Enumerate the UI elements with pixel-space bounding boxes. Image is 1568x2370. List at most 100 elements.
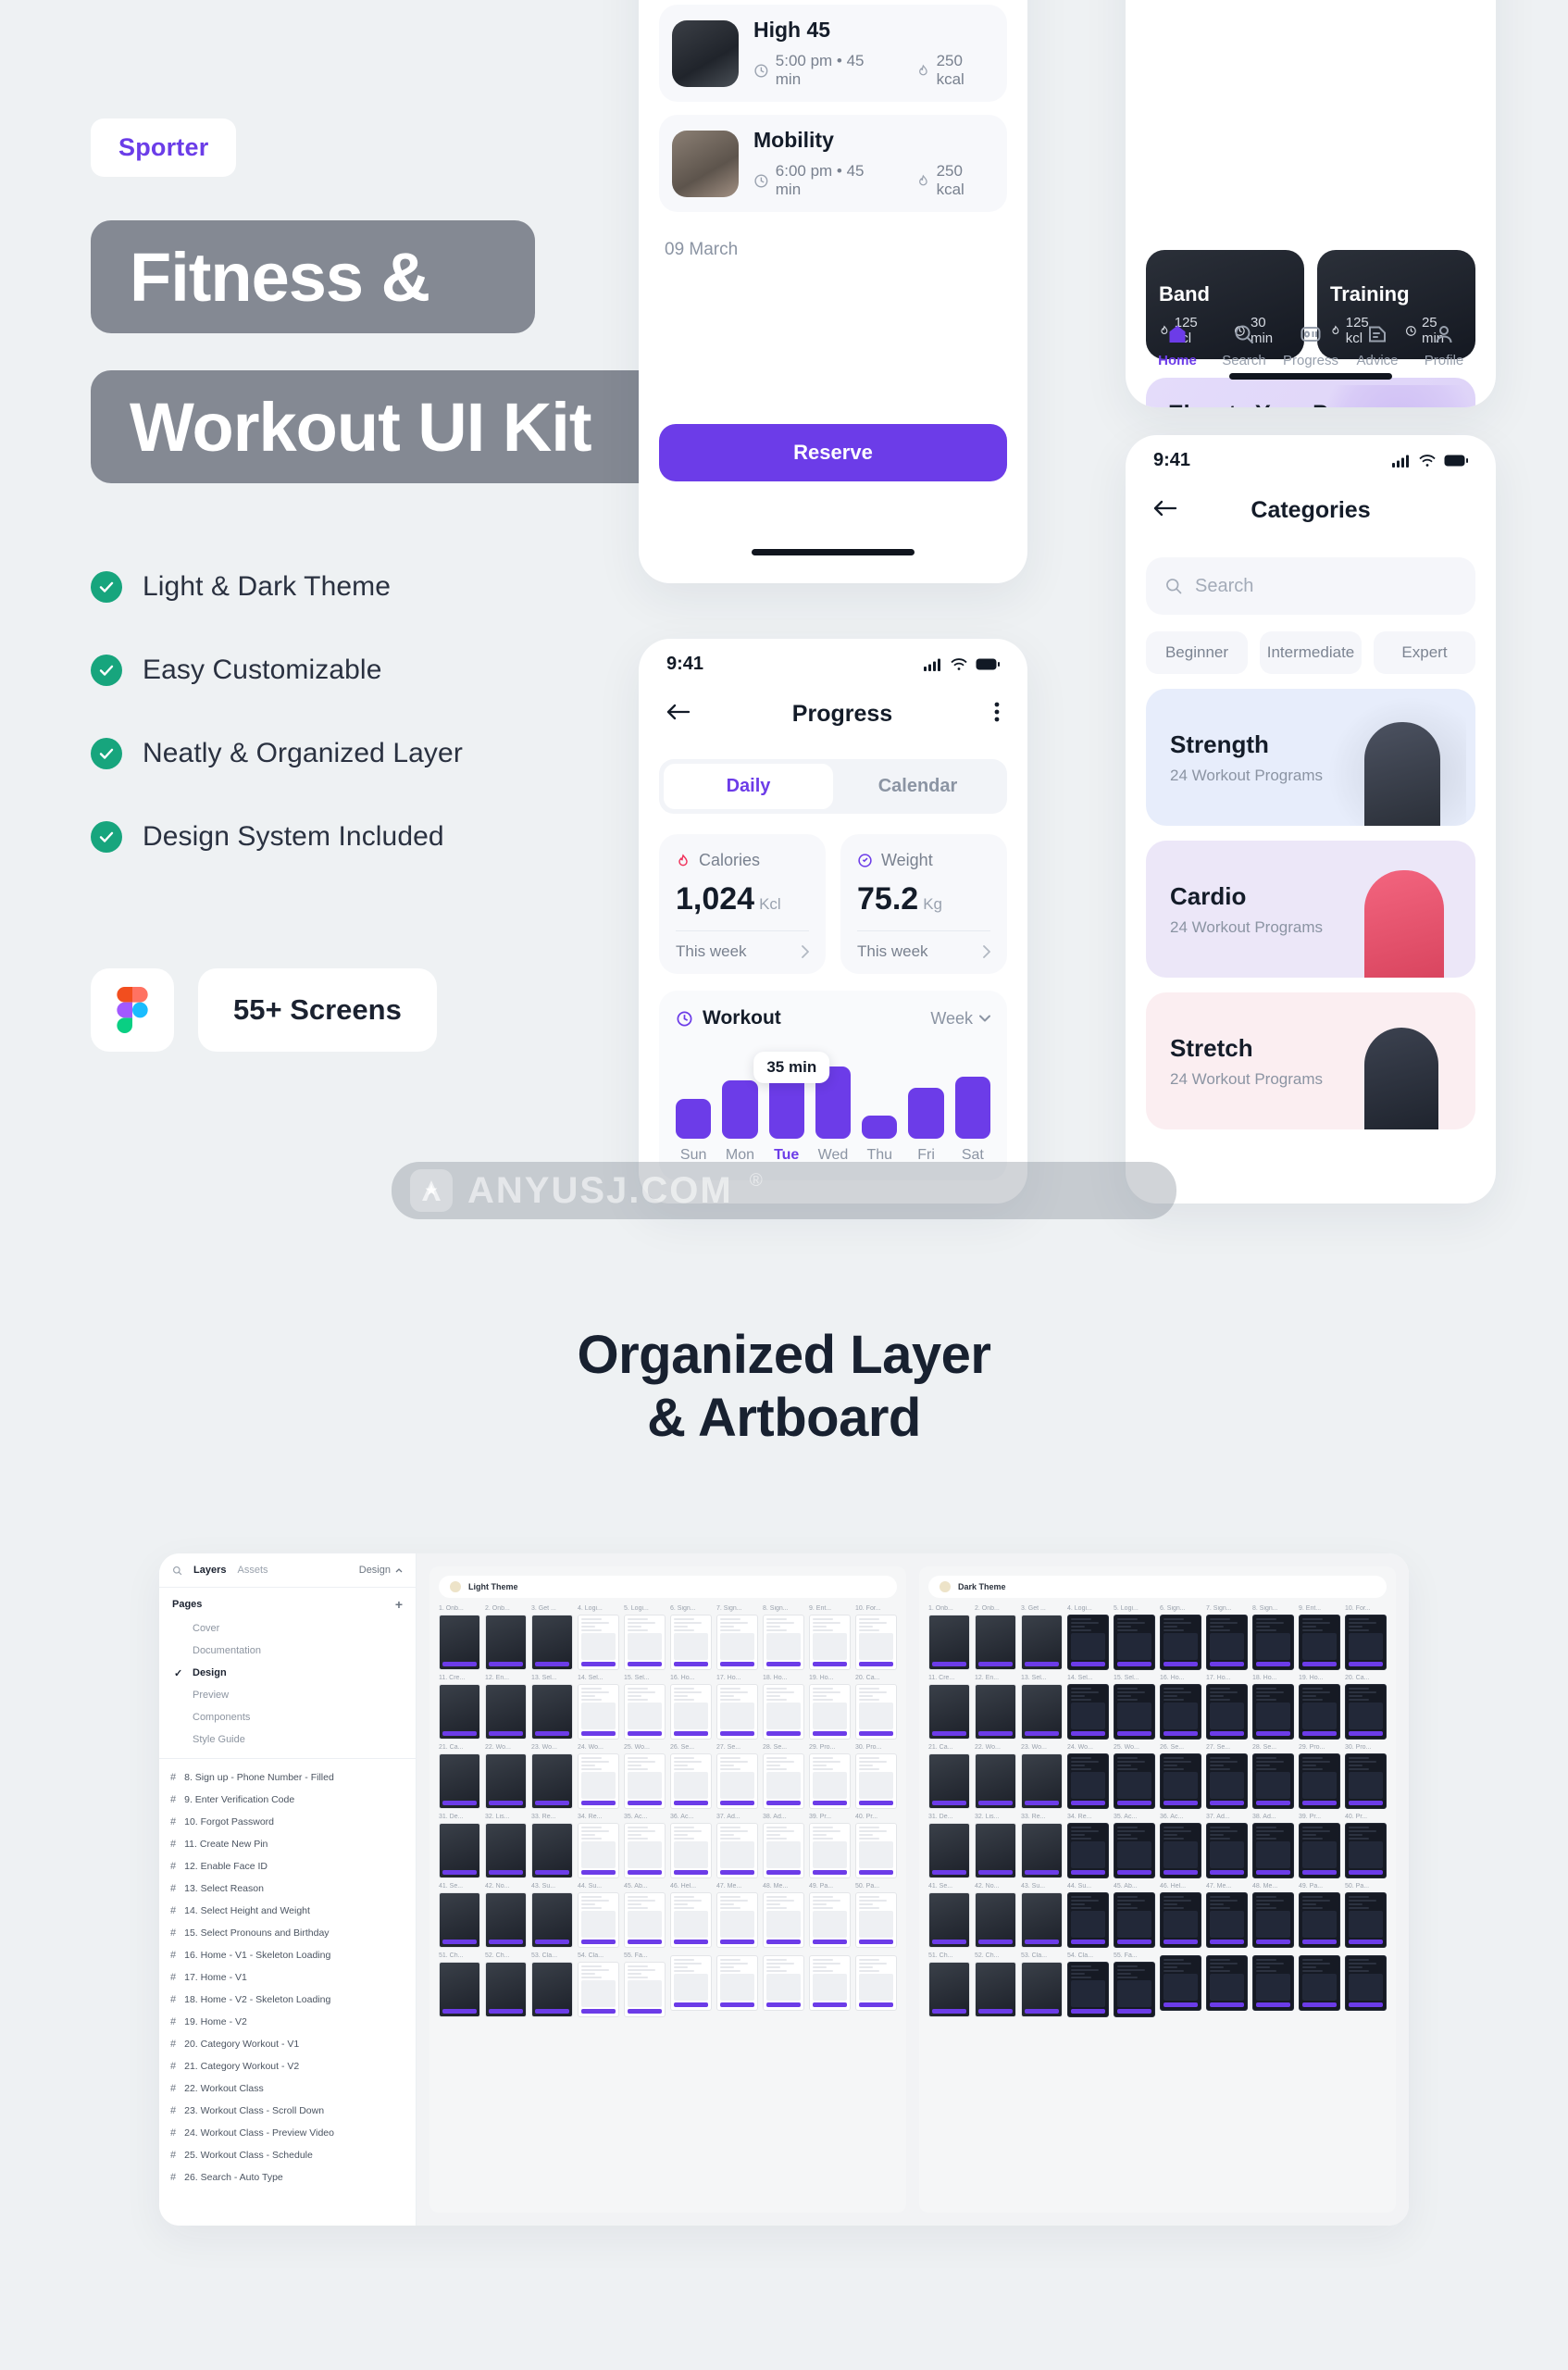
- layer-item[interactable]: #26. Search - Auto Type: [159, 2166, 416, 2189]
- chart-bar[interactable]: [676, 1098, 712, 1139]
- artboard-thumbnail[interactable]: 10. For...: [1345, 1605, 1387, 1670]
- artboard-thumbnail[interactable]: 55. Fa...: [1114, 1952, 1155, 2017]
- artboard-thumbnail[interactable]: 48. Me...: [1252, 1883, 1294, 1948]
- page-item-components[interactable]: Components: [159, 1706, 416, 1728]
- artboard-thumbnail[interactable]: 39. Pr...: [809, 1814, 851, 1878]
- category-card-stretch[interactable]: Stretch 24 Workout Programs: [1146, 992, 1475, 1129]
- artboard-thumbnail[interactable]: 51. Ch...: [928, 1952, 970, 2017]
- artboard-thumbnail[interactable]: 29. Pro...: [1299, 1744, 1340, 1809]
- chip-intermediate[interactable]: Intermediate: [1260, 631, 1362, 674]
- artboard-thumbnail[interactable]: [716, 1952, 758, 2017]
- design-menu[interactable]: Design: [359, 1565, 403, 1576]
- artboard-thumbnail[interactable]: 41. Se...: [928, 1883, 970, 1948]
- stat-footer[interactable]: This week: [676, 930, 809, 961]
- figma-canvas[interactable]: Light Theme 1. Onb... 2. Onb... 3. Get ...…: [417, 1553, 1409, 2226]
- page-item-preview[interactable]: Preview: [159, 1684, 416, 1706]
- chip-expert[interactable]: Expert: [1374, 631, 1475, 674]
- artboard-thumbnail[interactable]: 54. Cla...: [578, 1952, 619, 2017]
- search-input[interactable]: Search: [1146, 557, 1475, 615]
- layer-item[interactable]: #19. Home - V2: [159, 2011, 416, 2033]
- artboard-thumbnail[interactable]: 48. Me...: [763, 1883, 804, 1948]
- stat-footer[interactable]: This week: [857, 930, 990, 961]
- artboard-thumbnail[interactable]: 21. Ca...: [928, 1744, 970, 1809]
- artboard-thumbnail[interactable]: 36. Ac...: [670, 1814, 712, 1878]
- back-button[interactable]: [666, 703, 691, 726]
- chart-bar[interactable]: [722, 1080, 758, 1139]
- artboard-thumbnail[interactable]: 32. Lis...: [485, 1814, 527, 1878]
- artboard-thumbnail[interactable]: 35. Ac...: [1114, 1814, 1155, 1878]
- stat-card-weight[interactable]: Weight 75.2 Kg This week: [840, 834, 1007, 974]
- back-button[interactable]: [1153, 499, 1177, 522]
- artboard-thumbnail[interactable]: 30. Pro...: [855, 1744, 897, 1809]
- artboard-thumbnail[interactable]: 18. Ho...: [763, 1675, 804, 1740]
- layer-item[interactable]: #13. Select Reason: [159, 1877, 416, 1900]
- tab-assets[interactable]: Assets: [237, 1565, 268, 1576]
- category-card-cardio[interactable]: Cardio 24 Workout Programs: [1146, 841, 1475, 978]
- artboard-thumbnail[interactable]: 15. Sel...: [1114, 1675, 1155, 1740]
- artboard-thumbnail[interactable]: [855, 1952, 897, 2017]
- artboard-thumbnail[interactable]: 10. For...: [855, 1605, 897, 1670]
- artboard-thumbnail[interactable]: 24. Wo...: [1067, 1744, 1109, 1809]
- artboard-thumbnail[interactable]: 38. Ad...: [1252, 1814, 1294, 1878]
- artboard-thumbnail[interactable]: 18. Ho...: [1252, 1675, 1294, 1740]
- artboard-thumbnail[interactable]: 38. Ad...: [763, 1814, 804, 1878]
- artboard-thumbnail[interactable]: [763, 1952, 804, 2017]
- artboard-thumbnail[interactable]: [1160, 1952, 1201, 2017]
- tab-progress[interactable]: Progress: [1277, 323, 1344, 368]
- artboard-thumbnail[interactable]: 13. Sel...: [1021, 1675, 1063, 1740]
- artboard-thumbnail[interactable]: [1252, 1952, 1294, 2017]
- artboard-thumbnail[interactable]: 15. Sel...: [624, 1675, 666, 1740]
- artboard-thumbnail[interactable]: 14. Sel...: [578, 1675, 619, 1740]
- artboard-thumbnail[interactable]: 26. Se...: [1160, 1744, 1201, 1809]
- artboard-thumbnail[interactable]: 45. Ab...: [624, 1883, 666, 1948]
- artboard-thumbnail[interactable]: [670, 1952, 712, 2017]
- artboard-thumbnail[interactable]: 23. Wo...: [531, 1744, 573, 1809]
- artboard-thumbnail[interactable]: 29. Pro...: [809, 1744, 851, 1809]
- reserve-button[interactable]: Reserve: [659, 424, 1007, 481]
- artboard-thumbnail[interactable]: 25. Wo...: [624, 1744, 666, 1809]
- artboard-thumbnail[interactable]: 14. Sel...: [1067, 1675, 1109, 1740]
- tab-advice[interactable]: Advice: [1344, 323, 1411, 368]
- artboard-thumbnail[interactable]: 27. Se...: [1206, 1744, 1248, 1809]
- artboard-thumbnail[interactable]: 52. Ch...: [975, 1952, 1016, 2017]
- artboard-thumbnail[interactable]: 9. Ent...: [1299, 1605, 1340, 1670]
- artboard-thumbnail[interactable]: 37. Ad...: [1206, 1814, 1248, 1878]
- page-item-design[interactable]: Design: [159, 1662, 416, 1684]
- artboard-thumbnail[interactable]: 30. Pro...: [1345, 1744, 1387, 1809]
- artboard-thumbnail[interactable]: 3. Get ...: [1021, 1605, 1063, 1670]
- page-item-style-guide[interactable]: Style Guide: [159, 1728, 416, 1751]
- artboard-thumbnail[interactable]: 16. Ho...: [670, 1675, 712, 1740]
- artboard-thumbnail[interactable]: [1345, 1952, 1387, 2017]
- artboard-thumbnail[interactable]: 20. Ca...: [855, 1675, 897, 1740]
- artboard-thumbnail[interactable]: 34. Re...: [578, 1814, 619, 1878]
- chip-beginner[interactable]: Beginner: [1146, 631, 1248, 674]
- artboard-thumbnail[interactable]: 44. Su...: [578, 1883, 619, 1948]
- artboard-thumbnail[interactable]: 12. En...: [975, 1675, 1016, 1740]
- artboard-thumbnail[interactable]: [1206, 1952, 1248, 2017]
- chart-range-selector[interactable]: Week: [930, 1009, 990, 1029]
- artboard-thumbnail[interactable]: 7. Sign...: [1206, 1605, 1248, 1670]
- artboard-thumbnail[interactable]: 28. Se...: [763, 1744, 804, 1809]
- artboard-thumbnail[interactable]: 19. Ho...: [809, 1675, 851, 1740]
- artboard-thumbnail[interactable]: 6. Sign...: [1160, 1605, 1201, 1670]
- layer-item[interactable]: #16. Home - V1 - Skeleton Loading: [159, 1944, 416, 1966]
- artboard-thumbnail[interactable]: 1. Onb...: [439, 1605, 480, 1670]
- layer-item[interactable]: #10. Forgot Password: [159, 1811, 416, 1833]
- layer-item[interactable]: #18. Home - V2 - Skeleton Loading: [159, 1989, 416, 2011]
- tab-search[interactable]: Search: [1211, 323, 1277, 368]
- artboard-thumbnail[interactable]: 16. Ho...: [1160, 1675, 1201, 1740]
- layer-item[interactable]: #22. Workout Class: [159, 2077, 416, 2100]
- artboard-thumbnail[interactable]: 26. Se...: [670, 1744, 712, 1809]
- layer-item[interactable]: #12. Enable Face ID: [159, 1855, 416, 1877]
- page-item-documentation[interactable]: Documentation: [159, 1640, 416, 1662]
- artboard-thumbnail[interactable]: 25. Wo...: [1114, 1744, 1155, 1809]
- workout-row[interactable]: High 45 5:00 pm • 45 min 250 kcal: [659, 5, 1007, 102]
- chart-bar[interactable]: [862, 1115, 898, 1139]
- artboard-thumbnail[interactable]: 22. Wo...: [485, 1744, 527, 1809]
- page-item-cover[interactable]: Cover: [159, 1617, 416, 1640]
- artboard-thumbnail[interactable]: [1299, 1952, 1340, 2017]
- artboard-thumbnail[interactable]: 33. Re...: [531, 1814, 573, 1878]
- layer-item[interactable]: #9. Enter Verification Code: [159, 1789, 416, 1811]
- artboard-thumbnail[interactable]: 24. Wo...: [578, 1744, 619, 1809]
- artboard-thumbnail[interactable]: 7. Sign...: [716, 1605, 758, 1670]
